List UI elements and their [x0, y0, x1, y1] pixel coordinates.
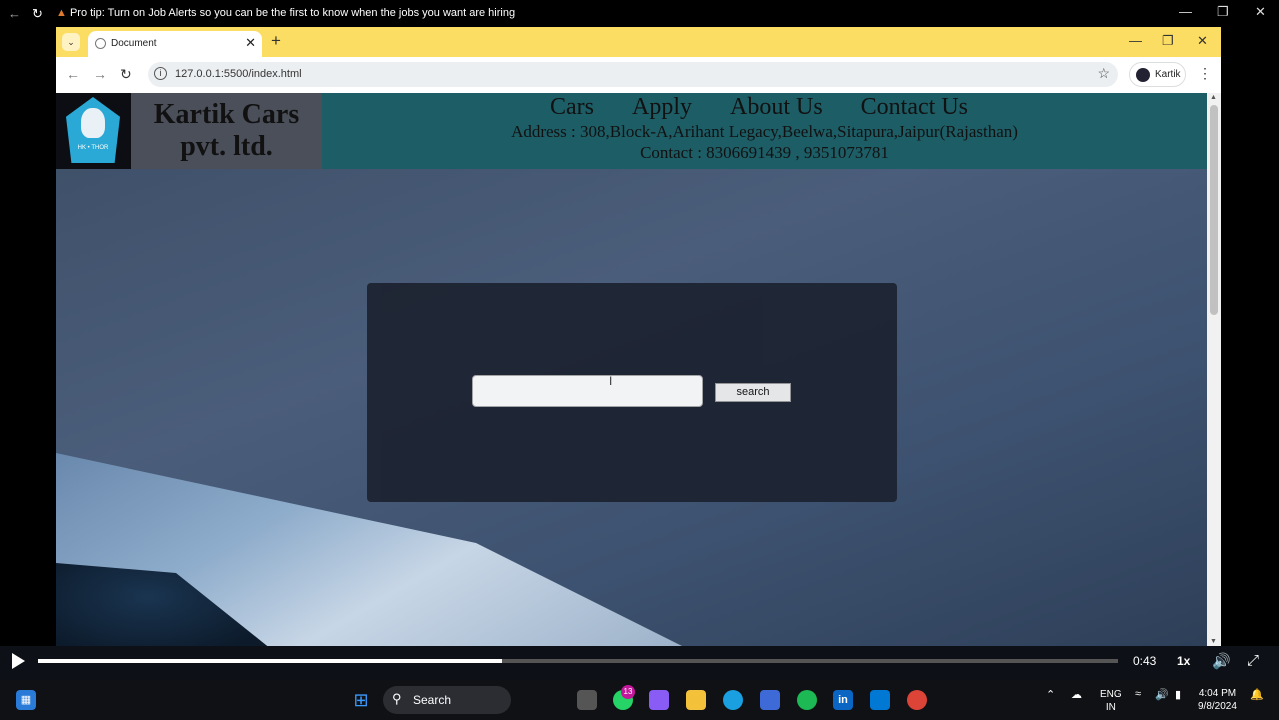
clock-time: 4:04 PM: [1198, 688, 1237, 699]
search-panel: I search: [367, 283, 897, 502]
search-icon: ⚲: [392, 691, 402, 706]
clock-date: 9/8/2024: [1198, 701, 1237, 712]
lang-line-2: IN: [1105, 702, 1116, 713]
start-icon[interactable]: ⊞: [351, 690, 371, 710]
contact-text: Contact : 8306691439 , 9351073781: [640, 143, 889, 162]
file-explorer-icon[interactable]: [686, 690, 706, 710]
tab-search-dropdown-icon[interactable]: ⌄: [62, 33, 80, 51]
nav-about-us[interactable]: About Us: [730, 94, 823, 120]
minimize-icon[interactable]: —: [1179, 4, 1192, 19]
address-bar[interactable]: i 127.0.0.1:5500/index.html ☆: [148, 62, 1118, 87]
taskbar-clock[interactable]: 4:04 PM 9/8/2024: [1198, 687, 1237, 713]
tab-title: Document: [111, 38, 157, 49]
search-button[interactable]: search: [715, 383, 791, 402]
browser-forward-icon[interactable]: →: [93, 66, 107, 82]
bookmark-star-icon[interactable]: ☆: [1097, 65, 1110, 82]
whatsapp-badge: 13: [621, 685, 635, 699]
brand-name: Kartik Cars pvt. ltd.: [131, 93, 322, 169]
wifi-icon[interactable]: ≈: [1135, 688, 1141, 700]
onedrive-icon[interactable]: ☁: [1071, 688, 1082, 701]
page-scrollbar[interactable]: ▲ ▼: [1207, 93, 1221, 646]
windows-taskbar: ▦ ⊞ ⚲ Search 13 in ⌃ ☁ ENG IN ≈ 🔊 ▮ 4:04…: [0, 680, 1279, 720]
taskbar-search[interactable]: ⚲ Search: [383, 686, 511, 714]
page-viewport: HK • THOR Kartik Cars pvt. ltd. Cars Appl…: [56, 93, 1207, 646]
url-text: 127.0.0.1:5500/index.html: [175, 68, 302, 80]
globe-icon: [95, 38, 106, 49]
reload-icon[interactable]: ↻: [32, 6, 43, 22]
tab-close-icon[interactable]: ✕: [245, 35, 256, 51]
profile-button[interactable]: Kartik: [1129, 62, 1186, 87]
tray-overflow-icon[interactable]: ⌃: [1046, 688, 1055, 701]
browser-minimize-icon[interactable]: —: [1129, 33, 1142, 48]
pro-tip-text: ▲ Pro tip: Turn on Job Alerts so you can…: [56, 7, 515, 19]
browser-window: ⌄ Document ✕ + — ❐ ✕ ← → ↻ i 127.0.0.1:5…: [56, 27, 1221, 646]
taskbar-search-label: Search: [413, 693, 452, 707]
browser-close-icon[interactable]: ✕: [1197, 33, 1208, 49]
store-icon[interactable]: [760, 690, 780, 710]
address-text: Address : 308,Block-A,Arihant Legacy,Bee…: [511, 122, 1018, 141]
video-progress-fill: [38, 659, 503, 663]
notification-icon[interactable]: 🔔: [1250, 688, 1264, 701]
scrollbar-thumb[interactable]: [1210, 105, 1218, 315]
brand-line-2: pvt. ltd.: [180, 131, 273, 162]
close-icon[interactable]: ✕: [1255, 4, 1266, 20]
site-header: HK • THOR Kartik Cars pvt. ltd. Cars Appl…: [56, 93, 1207, 169]
play-icon[interactable]: [12, 653, 25, 669]
video-player-controls: 0:43 1x 🔊 ⤢: [0, 646, 1279, 680]
volume-icon[interactable]: 🔊: [1212, 652, 1231, 670]
logo-text: HK • THOR: [77, 145, 109, 151]
site-nav: Cars Apply About Us Contact Us: [550, 94, 1006, 121]
site-logo: HK • THOR: [56, 93, 131, 169]
outer-title-bar: ← ↻ ▲ Pro tip: Turn on Job Alerts so you…: [0, 0, 1279, 27]
nav-contact-us[interactable]: Contact Us: [861, 94, 968, 120]
task-view-icon[interactable]: [577, 690, 597, 710]
pro-tip-flame-icon: ▲: [56, 7, 67, 19]
video-time: 0:43: [1133, 654, 1157, 668]
chrome-icon[interactable]: [907, 690, 927, 710]
menu-kebab-icon[interactable]: ⋮: [1198, 65, 1212, 82]
scroll-up-icon[interactable]: ▲: [1210, 94, 1217, 101]
spotify-icon[interactable]: [797, 690, 817, 710]
edge-icon[interactable]: [723, 690, 743, 710]
text-cursor-icon: I: [609, 374, 613, 388]
back-icon[interactable]: ←: [8, 6, 21, 21]
search-input[interactable]: [472, 375, 703, 407]
brand-line-1: Kartik Cars: [153, 99, 300, 130]
browser-reload-icon[interactable]: ↻: [120, 66, 132, 83]
lang-line-1: ENG: [1100, 689, 1122, 700]
restore-icon[interactable]: ❐: [1217, 4, 1229, 20]
new-tab-icon[interactable]: +: [271, 31, 281, 51]
tab-strip: ⌄ Document ✕ + — ❐ ✕: [56, 27, 1221, 57]
playback-speed[interactable]: 1x: [1177, 654, 1190, 668]
pro-tip-label: Pro tip: Turn on Job Alerts so you can b…: [69, 7, 516, 19]
language-indicator[interactable]: ENG IN: [1100, 688, 1122, 714]
browser-restore-icon[interactable]: ❐: [1162, 33, 1174, 49]
speaker-icon[interactable]: 🔊: [1155, 688, 1169, 701]
nav-cars[interactable]: Cars: [550, 94, 594, 120]
battery-icon[interactable]: ▮: [1175, 688, 1181, 701]
nav-apply[interactable]: Apply: [632, 94, 692, 120]
vscode-icon[interactable]: [870, 690, 890, 710]
exit-fullscreen-icon[interactable]: ⤢: [1247, 652, 1259, 669]
profile-name: Kartik: [1155, 69, 1181, 80]
skull-face-shape: [81, 108, 105, 138]
linkedin-icon[interactable]: in: [833, 690, 853, 710]
widgets-icon[interactable]: ▦: [16, 690, 36, 710]
scroll-down-icon[interactable]: ▼: [1210, 638, 1217, 645]
browser-back-icon[interactable]: ←: [66, 66, 80, 82]
browser-toolbar: ← → ↻ i 127.0.0.1:5500/index.html ☆ Kart…: [56, 57, 1221, 94]
copilot-icon[interactable]: [649, 690, 669, 710]
avatar: [1136, 68, 1150, 82]
video-progress-bar[interactable]: [38, 659, 1118, 663]
site-info-icon[interactable]: i: [154, 67, 167, 80]
tab-document[interactable]: Document ✕: [88, 31, 262, 57]
